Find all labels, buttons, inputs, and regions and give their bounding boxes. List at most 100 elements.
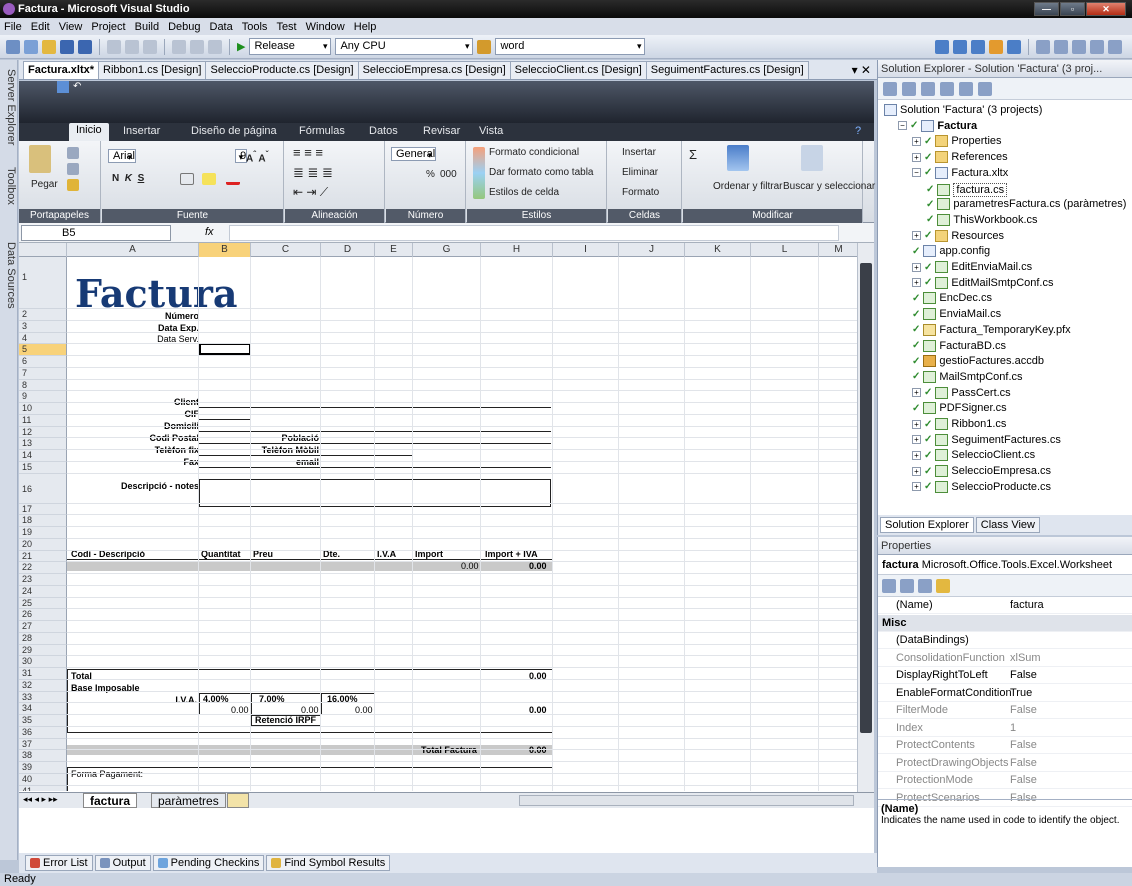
menu-edit[interactable]: Edit (31, 21, 50, 33)
menu-project[interactable]: Project (91, 21, 125, 33)
tree-item[interactable]: + ✓ EditEnviaMail.cs (912, 261, 1032, 273)
select-all-corner[interactable] (19, 243, 67, 257)
worksheet-grid[interactable]: A B C D E G H I J K L M Factura Número D… (19, 243, 874, 791)
row-header[interactable]: 3 (19, 320, 67, 333)
tree-item[interactable]: ✓ MailSmtpConf.cs (912, 370, 1023, 383)
row-header[interactable]: 39 (19, 762, 67, 774)
row-header[interactable]: 12 (19, 426, 67, 439)
row-header[interactable]: 10 (19, 403, 67, 415)
property-value[interactable]: 1 (1010, 720, 1016, 737)
categorized-icon[interactable] (882, 578, 896, 593)
cut-icon[interactable] (107, 39, 121, 54)
cut-icon[interactable] (67, 147, 79, 159)
row-header[interactable]: 37 (19, 738, 67, 751)
active-cell-b5[interactable] (199, 343, 251, 355)
row-header[interactable]: 14 (19, 450, 67, 462)
view-code-icon[interactable] (940, 81, 954, 96)
close-button[interactable]: ✕ (1086, 2, 1126, 16)
ribbon-tab-diseno[interactable]: Diseño de página (191, 125, 277, 137)
expand-icon[interactable]: + (912, 136, 921, 146)
navigate-icon[interactable] (208, 39, 222, 54)
col-header-e[interactable]: E (375, 243, 413, 257)
ribbon-tab-inicio[interactable]: Inicio (69, 123, 109, 141)
row-header[interactable]: 17 (19, 503, 67, 516)
object-browser-icon[interactable] (971, 39, 985, 54)
property-row[interactable]: Misc (878, 614, 1132, 632)
tree-item[interactable]: − ✓ Factura (898, 119, 977, 132)
row-header[interactable]: 29 (19, 644, 67, 657)
row-header[interactable]: 38 (19, 750, 67, 762)
expand-icon[interactable]: + (912, 419, 921, 429)
class-view-tab[interactable]: Class View (975, 517, 1040, 533)
find-select-button[interactable]: Buscar y seleccionar (783, 181, 875, 192)
close-document-icon[interactable]: ▾ ✕ (852, 61, 871, 79)
properties-tool-icon[interactable] (883, 81, 897, 96)
property-row[interactable]: ProtectDrawingObjects False (878, 755, 1132, 772)
row-header[interactable]: 13 (19, 438, 67, 450)
menu-tools[interactable]: Tools (242, 21, 268, 33)
row-header[interactable]: 33 (19, 691, 67, 704)
row-header[interactable]: 40 (19, 773, 67, 786)
tree-item[interactable]: ✓ ThisWorkbook.cs (926, 213, 1038, 226)
row-header[interactable]: 22 (19, 562, 67, 574)
toolbox-icon[interactable] (989, 39, 1003, 54)
open-file-icon[interactable] (42, 39, 56, 54)
find-select-icon[interactable] (801, 145, 823, 171)
vertical-scrollbar[interactable] (857, 243, 874, 792)
property-value[interactable]: False (1010, 667, 1037, 684)
indent-icon[interactable]: ⇤ ⇥ ⟋ (293, 185, 328, 200)
help-icon[interactable]: ? (855, 125, 861, 137)
expand-icon[interactable]: + (912, 388, 921, 398)
tab-ribbon1-design[interactable]: Ribbon1.cs [Design] (98, 61, 207, 79)
paste-icon[interactable] (29, 145, 51, 173)
tree-item[interactable]: ✓ factura.cs (926, 182, 1008, 197)
row-header[interactable]: 5 (19, 344, 67, 356)
add-item-icon[interactable] (6, 39, 20, 54)
class-diagram-icon[interactable] (978, 81, 992, 96)
col-header-c[interactable]: C (251, 243, 321, 257)
formula-input[interactable] (229, 225, 839, 241)
fill-color-icon[interactable] (202, 173, 216, 185)
autosum-icon[interactable]: Σ (689, 147, 697, 162)
property-row[interactable]: FilterMode False (878, 702, 1132, 719)
col-header-i[interactable]: I (553, 243, 619, 257)
row-header[interactable]: 41 (19, 785, 67, 791)
copy-icon[interactable] (125, 39, 139, 54)
function-icon[interactable]: fx (205, 226, 214, 238)
row-header[interactable]: 35 (19, 715, 67, 727)
tree-item[interactable]: + ✓ SeguimentFactures.cs (912, 433, 1061, 446)
tree-item[interactable]: ✓ app.config (912, 245, 990, 258)
row-header[interactable]: 6 (19, 356, 67, 368)
find-in-files-icon[interactable] (477, 39, 492, 54)
row-header[interactable]: 4 (19, 332, 67, 345)
ribbon-tab-vista[interactable]: Vista (479, 125, 503, 137)
undo-icon[interactable]: ↶ (73, 81, 83, 93)
expand-icon[interactable]: + (912, 466, 921, 476)
row-header[interactable]: 8 (19, 379, 67, 392)
pending-checkins-tab[interactable]: Pending Checkins (152, 855, 265, 871)
bold-italic-underline[interactable]: N K S (112, 173, 144, 184)
tree-item[interactable]: Solution 'Factura' (3 projects) (884, 104, 1042, 116)
alphabetical-icon[interactable] (900, 578, 914, 593)
new-project-icon[interactable] (24, 39, 38, 54)
start-page-icon[interactable] (1007, 39, 1021, 54)
tree-item[interactable]: ✓ PDFSigner.cs (912, 402, 1007, 415)
property-row[interactable]: (DataBindings) (878, 632, 1132, 649)
property-row[interactable]: ConsolidationFunction xlSum (878, 650, 1132, 667)
tree-item[interactable]: + ✓ SeleccioClient.cs (912, 449, 1035, 462)
row-header[interactable]: 15 (19, 461, 67, 474)
tree-item[interactable]: ✓ gestioFactures.accdb (912, 355, 1044, 368)
start-debug-icon[interactable]: ▶ (237, 40, 245, 53)
grow-font-icon[interactable]: Aˆ Aˇ (246, 149, 268, 164)
expand-icon[interactable]: + (912, 450, 921, 460)
col-header-l[interactable]: L (751, 243, 819, 257)
expand-icon[interactable]: + (912, 435, 921, 445)
refresh-icon[interactable] (921, 81, 935, 96)
property-value[interactable]: False (1010, 755, 1037, 772)
save-icon[interactable] (57, 81, 69, 93)
col-header-m[interactable]: M (819, 243, 859, 257)
expand-icon[interactable]: + (912, 278, 921, 288)
sheet-tab-parametres[interactable]: paràmetres (151, 793, 226, 808)
tree-item[interactable]: + ✓ Properties (912, 135, 1002, 148)
tree-item[interactable]: + ✓ Ribbon1.cs (912, 418, 1006, 430)
